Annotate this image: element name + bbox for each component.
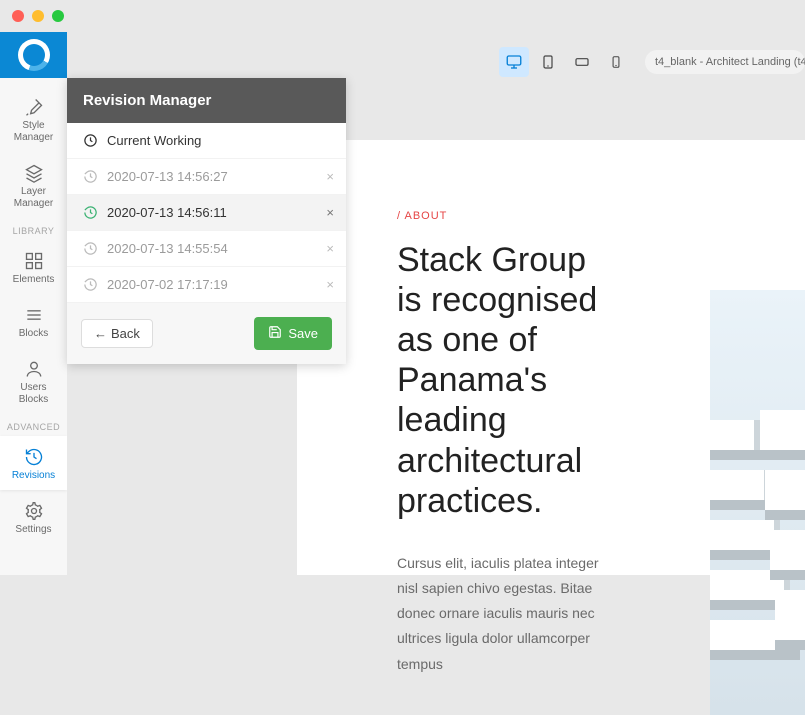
clock-icon — [81, 133, 99, 148]
minimize-icon[interactable] — [32, 10, 44, 22]
revision-label: 2020-07-13 14:56:27 — [107, 169, 228, 184]
sidebar-section-advanced: ADVANCED — [7, 414, 60, 436]
page-body: Cursus elit, iaculis platea integer nisl… — [397, 551, 617, 677]
revision-item[interactable]: 2020-07-02 17:17:19 × — [67, 267, 346, 303]
sidebar-blocks[interactable]: Blocks — [0, 294, 67, 348]
page-headline: Stack Group is recognised as one of Pana… — [397, 240, 617, 521]
revision-label: Current Working — [107, 133, 201, 148]
revision-item[interactable]: 2020-07-13 14:56:11 × — [67, 195, 346, 231]
layers-icon — [24, 162, 44, 184]
revision-label: 2020-07-13 14:56:11 — [107, 205, 227, 220]
user-icon — [24, 358, 44, 380]
history-icon — [81, 241, 99, 256]
delete-revision-icon[interactable]: × — [326, 277, 334, 292]
revision-item[interactable]: 2020-07-13 14:56:27 × — [67, 159, 346, 195]
back-label: Back — [111, 326, 140, 341]
sidebar-item-label: LayerManager — [14, 186, 53, 210]
hero-image — [710, 290, 805, 715]
history-current-icon — [81, 205, 99, 220]
save-label: Save — [288, 326, 318, 341]
page-name-label[interactable]: t4_blank - Architect Landing (t4_ — [645, 50, 805, 74]
device-tablet-landscape[interactable] — [567, 47, 597, 77]
sidebar-layer-manager[interactable]: LayerManager — [0, 152, 67, 218]
device-desktop[interactable] — [499, 47, 529, 77]
delete-revision-icon[interactable]: × — [326, 169, 334, 184]
delete-revision-icon[interactable]: × — [326, 241, 334, 256]
delete-revision-icon[interactable]: × — [326, 205, 334, 220]
back-button[interactable]: ← Back — [81, 319, 153, 348]
close-icon[interactable] — [12, 10, 24, 22]
sidebar-item-label: Elements — [13, 274, 55, 286]
sidebar-item-label: Revisions — [12, 470, 55, 482]
app-logo[interactable] — [0, 32, 67, 78]
eyebrow-text: / ABOUT — [397, 210, 617, 222]
revision-manager-panel: Revision Manager Current Working 2020-07… — [67, 78, 346, 364]
history-icon — [81, 169, 99, 184]
save-button[interactable]: Save — [254, 317, 332, 350]
sidebar-item-label: Blocks — [19, 328, 48, 340]
gear-icon — [24, 500, 44, 522]
device-mobile[interactable] — [601, 47, 631, 77]
panel-title: Revision Manager — [67, 78, 346, 123]
sidebar-elements[interactable]: Elements — [0, 240, 67, 294]
revision-label: 2020-07-02 17:17:19 — [107, 277, 228, 292]
sidebar-users-blocks[interactable]: UsersBlocks — [0, 348, 67, 414]
revision-item[interactable]: 2020-07-13 14:55:54 × — [67, 231, 346, 267]
sidebar-item-label: Settings — [15, 524, 51, 536]
sidebar-style-manager[interactable]: StyleManager — [0, 86, 67, 152]
history-icon — [81, 277, 99, 292]
sidebar-item-label: UsersBlocks — [19, 382, 48, 406]
revision-current[interactable]: Current Working — [67, 123, 346, 159]
device-bar: t4_blank - Architect Landing (t4_ — [499, 42, 805, 82]
device-tablet[interactable] — [533, 47, 563, 77]
left-sidebar: StyleManager LayerManager LIBRARY Elemen… — [0, 78, 67, 575]
brush-icon — [24, 96, 44, 118]
sidebar-settings[interactable]: Settings — [0, 490, 67, 544]
revision-label: 2020-07-13 14:55:54 — [107, 241, 228, 256]
maximize-icon[interactable] — [52, 10, 64, 22]
list-icon — [24, 304, 44, 326]
history-icon — [24, 446, 44, 468]
arrow-left-icon: ← — [94, 326, 107, 341]
sidebar-revisions[interactable]: Revisions — [0, 436, 67, 490]
grid-icon — [24, 250, 44, 272]
sidebar-item-label: StyleManager — [14, 120, 53, 144]
save-icon — [268, 325, 282, 342]
sidebar-section-library: LIBRARY — [13, 218, 55, 240]
